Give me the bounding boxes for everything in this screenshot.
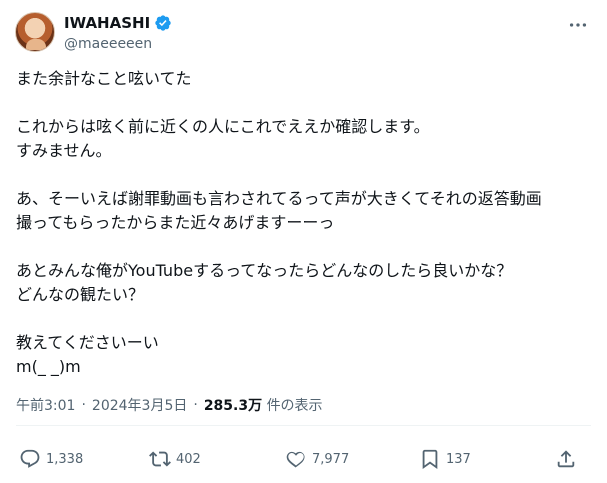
bookmark-count: 137 bbox=[446, 451, 471, 467]
display-name[interactable]: IWAHASHI bbox=[64, 14, 150, 32]
author-block[interactable]: IWAHASHI @maeeeeen bbox=[64, 14, 172, 52]
tweet-line: これからは呟く前に近くの人にこれでええか確認します。 bbox=[16, 117, 430, 136]
action-bar: 1,338 402 7,977 137 bbox=[0, 440, 607, 478]
retweet-button[interactable]: 402 bbox=[149, 448, 201, 470]
meta-separator: · bbox=[81, 397, 86, 413]
tweet-line: どんなの観たい？ bbox=[16, 285, 145, 304]
avatar[interactable] bbox=[15, 12, 55, 52]
tweet-line: m(_ _)m bbox=[16, 357, 81, 376]
reply-button[interactable]: 1,338 bbox=[19, 448, 83, 470]
verified-badge-icon bbox=[155, 15, 171, 31]
meta-separator: · bbox=[193, 397, 198, 413]
handle[interactable]: @maeeeeen bbox=[64, 36, 172, 52]
bookmark-icon bbox=[422, 449, 438, 470]
tweet-meta: 午前3:01 · 2024年3月5日 · 285.3万 件の表示 bbox=[16, 395, 323, 415]
reply-icon bbox=[20, 449, 40, 468]
divider bbox=[16, 425, 591, 426]
retweet-count: 402 bbox=[176, 451, 201, 467]
views-count: 285.3万 bbox=[203, 398, 263, 414]
more-options-icon[interactable] bbox=[567, 14, 589, 36]
share-icon bbox=[557, 450, 575, 468]
tweet-line: また余計なこと呟いてた bbox=[16, 69, 192, 88]
name-row: IWAHASHI bbox=[64, 14, 172, 32]
tweet-line: あ、そーいえば謝罪動画も言わされてるって声が大きくてそれの返答動画 bbox=[16, 189, 542, 208]
tweet-line: あとみんな俺がYouTubeするってなったらどんなのしたら良いかな？ bbox=[16, 261, 513, 280]
like-count: 7,977 bbox=[312, 451, 350, 467]
views-label: 件の表示 bbox=[266, 398, 323, 414]
post-date[interactable]: 2024年3月5日 bbox=[92, 395, 187, 415]
share-button[interactable] bbox=[555, 448, 577, 470]
retweet-icon bbox=[149, 451, 171, 467]
bookmark-button[interactable]: 137 bbox=[419, 448, 471, 470]
tweet-line: すみません。 bbox=[16, 141, 112, 160]
tweet-text: また余計なこと呟いてた これからは呟く前に近くの人にこれでええか確認します。 す… bbox=[16, 67, 592, 379]
like-icon bbox=[286, 451, 305, 468]
tweet-header: IWAHASHI @maeeeeen bbox=[0, 0, 607, 60]
reply-count: 1,338 bbox=[46, 451, 84, 467]
tweet-line: 教えてくださいーい bbox=[16, 333, 159, 352]
post-time[interactable]: 午前3:01 bbox=[16, 395, 75, 415]
tweet-line: 撮ってもらったからまた近々あげますーーっ bbox=[16, 213, 335, 232]
like-button[interactable]: 7,977 bbox=[285, 448, 349, 470]
